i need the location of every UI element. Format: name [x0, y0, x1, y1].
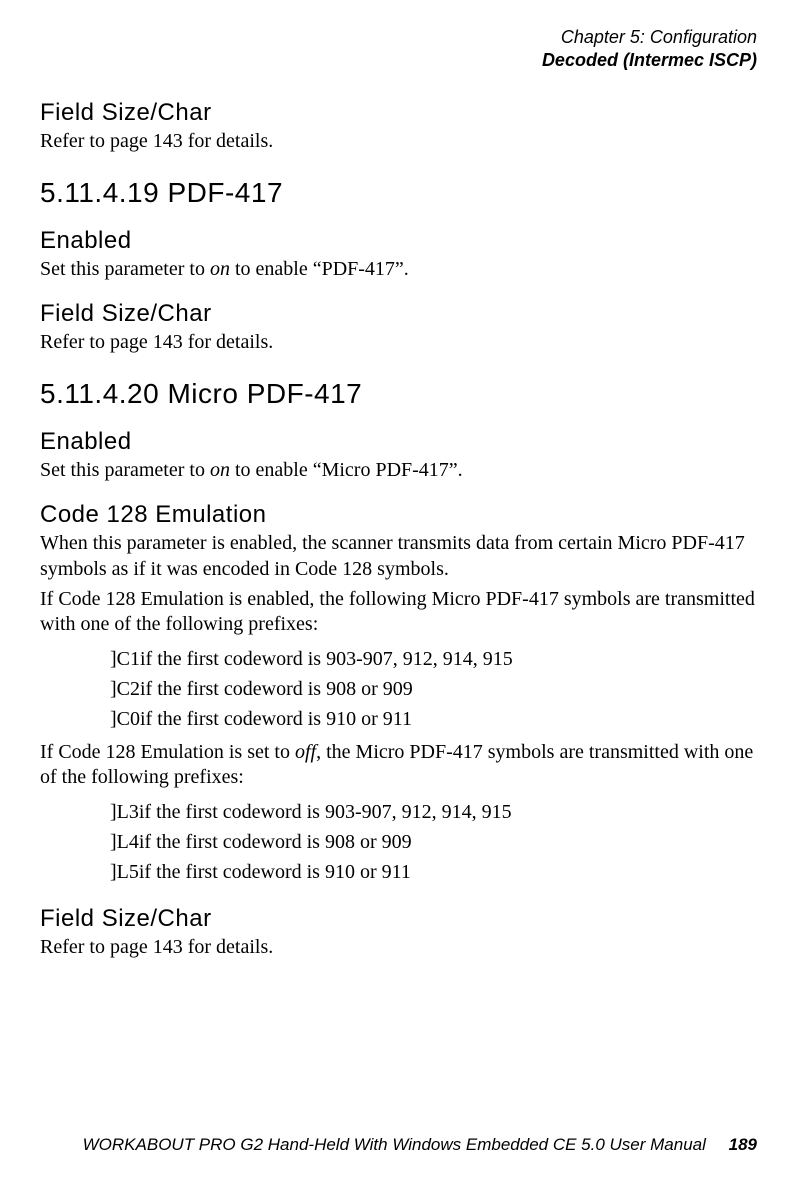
body-text: Refer to page 143 for details.	[40, 129, 757, 155]
text: Set this parameter to	[40, 459, 210, 481]
text-emphasis: on	[210, 258, 230, 280]
body-text: If Code 128 Emulation is set to off, the…	[40, 740, 757, 791]
content: Field Size/Char Refer to page 143 for de…	[40, 99, 757, 961]
text: Set this parameter to	[40, 258, 210, 280]
list-item: ]L5if the first codeword is 910 or 911	[110, 857, 757, 887]
list-item: ]C0if the first codeword is 910 or 911	[110, 704, 757, 734]
heading-code-128-emulation: Code 128 Emulation	[40, 501, 757, 529]
heading-enabled-2: Enabled	[40, 428, 757, 456]
body-text: Set this parameter to on to enable “Micr…	[40, 458, 757, 484]
list-item: ]L3if the first codeword is 903-907, 912…	[110, 797, 757, 827]
list-item: ]L4if the first codeword is 908 or 909	[110, 827, 757, 857]
text-emphasis: off	[295, 741, 316, 763]
list-item: ]C1if the first codeword is 903-907, 912…	[110, 644, 757, 674]
page: Chapter 5: Configuration Decoded (Interm…	[0, 0, 797, 1193]
text: If Code 128 Emulation is set to	[40, 741, 295, 763]
heading-field-size-char-3: Field Size/Char	[40, 905, 757, 933]
heading-enabled-1: Enabled	[40, 227, 757, 255]
footer-title: WORKABOUT PRO G2 Hand-Held With Windows …	[83, 1135, 706, 1154]
footer-page-number: 189	[729, 1135, 757, 1154]
header-chapter: Chapter 5: Configuration	[40, 26, 757, 49]
heading-micro-pdf-417: 5.11.4.20 Micro PDF-417	[40, 378, 757, 410]
prefix-list-enabled: ]C1if the first codeword is 903-907, 912…	[110, 644, 757, 734]
header-section: Decoded (Intermec ISCP)	[40, 49, 757, 72]
heading-field-size-char-2: Field Size/Char	[40, 300, 757, 328]
text: to enable “PDF-417”.	[230, 258, 409, 280]
body-text: Refer to page 143 for details.	[40, 330, 757, 356]
heading-field-size-char-1: Field Size/Char	[40, 99, 757, 127]
body-text: Refer to page 143 for details.	[40, 935, 757, 961]
page-header: Chapter 5: Configuration Decoded (Interm…	[40, 26, 757, 71]
prefix-list-disabled: ]L3if the first codeword is 903-907, 912…	[110, 797, 757, 887]
body-text: Set this parameter to on to enable “PDF-…	[40, 257, 757, 283]
list-item: ]C2if the first codeword is 908 or 909	[110, 674, 757, 704]
text-emphasis: on	[210, 459, 230, 481]
body-text: If Code 128 Emulation is enabled, the fo…	[40, 587, 757, 638]
text: to enable “Micro PDF-417”.	[230, 459, 463, 481]
page-footer: WORKABOUT PRO G2 Hand-Held With Windows …	[40, 1135, 757, 1155]
body-text: When this parameter is enabled, the scan…	[40, 531, 757, 582]
heading-pdf-417: 5.11.4.19 PDF-417	[40, 177, 757, 209]
